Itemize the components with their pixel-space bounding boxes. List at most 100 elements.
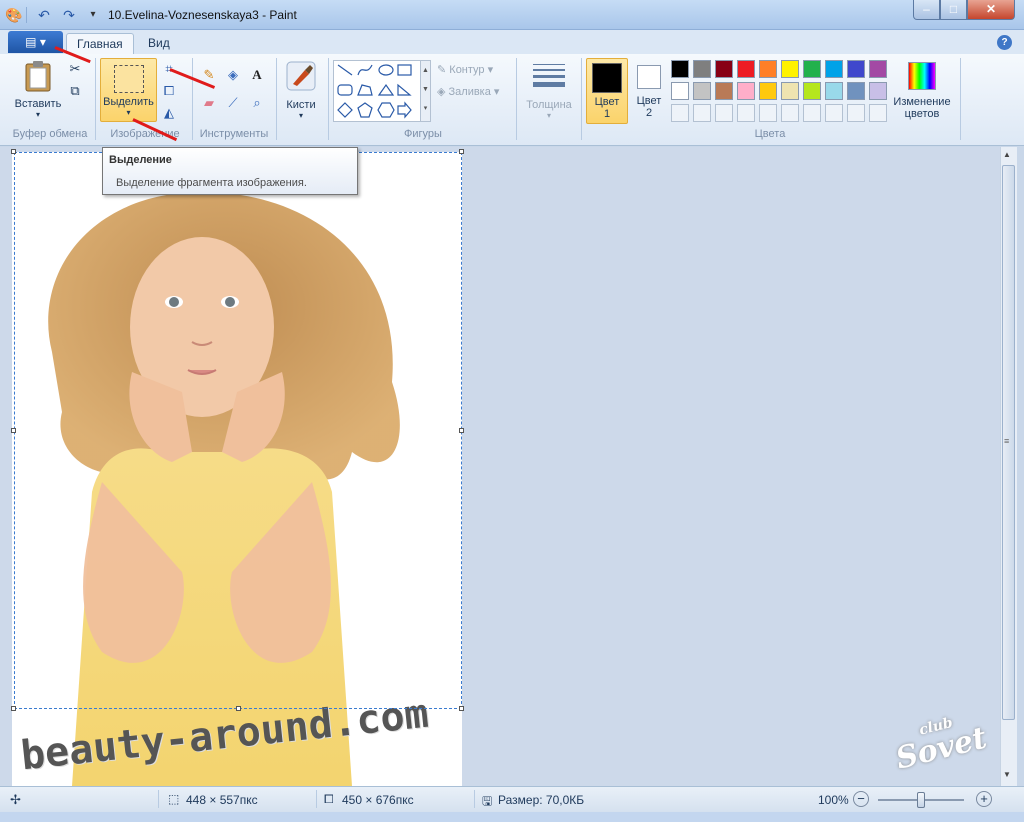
resize-icon[interactable]: ⧠ xyxy=(160,82,178,100)
paste-button[interactable]: Вставить ▾ xyxy=(12,60,64,120)
fill-dropdown[interactable]: ◈ Заливка ▾ xyxy=(437,85,499,98)
paint-app-icon[interactable]: 🎨 xyxy=(5,6,23,24)
palette-swatch[interactable] xyxy=(671,60,689,78)
palette-empty-slot[interactable] xyxy=(671,104,689,122)
selection-handle[interactable] xyxy=(11,706,16,711)
size-label: Толщина xyxy=(526,99,572,111)
selection-handle[interactable] xyxy=(459,706,464,711)
zoom-out-button[interactable]: − xyxy=(853,791,869,807)
fill-bucket-icon[interactable]: ◈ xyxy=(224,66,242,84)
selection-rectangle[interactable] xyxy=(14,152,462,709)
fill-icon: ◈ xyxy=(437,86,449,98)
palette-swatch[interactable] xyxy=(869,82,887,100)
tools-group-label: Инструменты xyxy=(199,128,269,140)
tooltip-title: Выделение xyxy=(109,154,172,166)
color2-button[interactable]: Цвет 2 xyxy=(632,58,666,124)
palette-swatch[interactable] xyxy=(781,82,799,100)
maximize-button[interactable]: □ xyxy=(940,0,967,20)
palette-swatch[interactable] xyxy=(715,82,733,100)
palette-empty-slot[interactable] xyxy=(693,104,711,122)
palette-swatch[interactable] xyxy=(715,60,733,78)
brushes-label: Кисти xyxy=(286,99,316,111)
color2-swatch xyxy=(637,65,661,89)
select-dropdown-icon: ▾ xyxy=(126,108,131,117)
minimize-button[interactable]: – xyxy=(913,0,940,20)
selection-handle[interactable] xyxy=(11,428,16,433)
clipboard-group-label: Буфер обмена xyxy=(12,128,88,140)
color-palette xyxy=(671,60,891,124)
undo-icon[interactable]: ↶ xyxy=(35,6,53,24)
palette-swatch[interactable] xyxy=(671,82,689,100)
ribbon-separator xyxy=(581,58,582,140)
shapes-icons xyxy=(337,64,412,119)
select-button[interactable]: Выделить ▾ xyxy=(100,58,157,122)
text-tool-icon[interactable]: A xyxy=(248,66,266,84)
palette-swatch[interactable] xyxy=(803,82,821,100)
palette-empty-slot[interactable] xyxy=(803,104,821,122)
ribbon-separator xyxy=(192,58,193,140)
shapes-gallery[interactable] xyxy=(333,60,431,122)
palette-swatch[interactable] xyxy=(847,60,865,78)
selection-size-icon: ⬚ xyxy=(168,792,180,806)
scroll-up-icon[interactable]: ▲ xyxy=(1003,150,1011,159)
fill-label: Заливка xyxy=(448,86,491,98)
redo-icon[interactable]: ↷ xyxy=(60,6,78,24)
edit-colors-button[interactable]: Изменение цветов xyxy=(890,60,954,124)
palette-empty-slot[interactable] xyxy=(847,104,865,122)
close-button[interactable]: ✕ xyxy=(967,0,1015,20)
color1-button[interactable]: Цвет 1 xyxy=(586,58,628,124)
palette-empty-slot[interactable] xyxy=(825,104,843,122)
zoom-in-button[interactable]: + xyxy=(976,791,992,807)
eraser-icon[interactable]: ▰ xyxy=(200,94,218,112)
palette-empty-slot[interactable] xyxy=(759,104,777,122)
magnifier-icon[interactable]: ⌕ xyxy=(248,94,266,112)
scroll-down-icon[interactable]: ▼ xyxy=(1003,770,1011,779)
palette-empty-slot[interactable] xyxy=(781,104,799,122)
tab-home[interactable]: Главная xyxy=(66,33,134,54)
file-size: Размер: 70,0КБ xyxy=(498,793,585,807)
palette-swatch[interactable] xyxy=(759,60,777,78)
palette-swatch[interactable] xyxy=(737,60,755,78)
tab-view[interactable]: Вид xyxy=(138,33,180,54)
selection-size: 448 × 557пкс xyxy=(186,793,258,807)
palette-swatch[interactable] xyxy=(737,82,755,100)
customize-dropdown-icon[interactable]: ▾ xyxy=(84,6,102,24)
outline-icon: ✎ xyxy=(437,64,450,76)
copy-icon[interactable]: ⧉ xyxy=(66,82,84,100)
help-icon[interactable]: ? xyxy=(997,35,1012,50)
color-picker-icon[interactable]: ⟋ xyxy=(224,94,242,112)
tooltip: Выделение Выделение фрагмента изображени… xyxy=(102,147,358,195)
rotate-icon[interactable]: ◭ xyxy=(160,104,178,122)
palette-swatch[interactable] xyxy=(825,60,843,78)
brushes-dropdown-icon: ▾ xyxy=(298,111,303,120)
size-button[interactable]: Толщина ▾ xyxy=(520,60,578,122)
brushes-button[interactable]: Кисти ▾ xyxy=(280,60,322,120)
select-rect-icon xyxy=(113,65,144,93)
palette-swatch[interactable] xyxy=(781,60,799,78)
selection-handle[interactable] xyxy=(459,149,464,154)
app-menu-button[interactable]: ▤ ▾ xyxy=(8,31,63,53)
palette-swatch[interactable] xyxy=(847,82,865,100)
selection-handle[interactable] xyxy=(236,706,241,711)
palette-empty-slot[interactable] xyxy=(869,104,887,122)
palette-swatch[interactable] xyxy=(825,82,843,100)
palette-swatch[interactable] xyxy=(693,60,711,78)
selection-handle[interactable] xyxy=(11,149,16,154)
palette-swatch[interactable] xyxy=(759,82,777,100)
status-separator xyxy=(474,790,475,808)
cut-icon[interactable]: ✂ xyxy=(66,60,84,78)
ribbon-separator xyxy=(276,58,277,140)
selection-handle[interactable] xyxy=(459,428,464,433)
paste-label: Вставить xyxy=(14,98,62,110)
palette-empty-slot[interactable] xyxy=(737,104,755,122)
window-bottom-frame xyxy=(0,812,1024,822)
palette-swatch[interactable] xyxy=(869,60,887,78)
image-size: 450 × 676пкс xyxy=(342,793,414,807)
palette-swatch[interactable] xyxy=(693,82,711,100)
outline-dropdown[interactable]: ✎ Контур ▾ xyxy=(437,63,493,76)
zoom-slider-thumb[interactable] xyxy=(917,792,925,808)
palette-empty-slot[interactable] xyxy=(715,104,733,122)
palette-swatch[interactable] xyxy=(803,60,821,78)
shapes-scroll[interactable]: ▲ ▼ ▾ xyxy=(420,61,430,121)
brush-icon xyxy=(286,61,316,91)
